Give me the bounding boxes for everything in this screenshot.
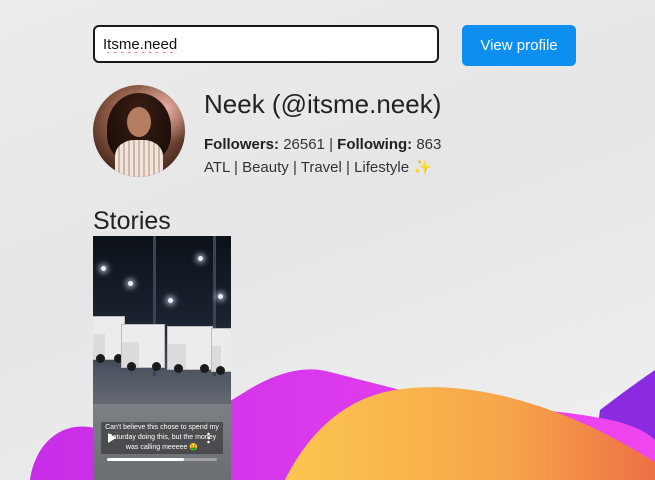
following-count: 863 <box>416 136 442 153</box>
avatar <box>93 85 185 177</box>
view-profile-button[interactable]: View profile <box>462 25 576 66</box>
follow-counts: Followers: 26561 | Following: 863 <box>204 136 441 153</box>
following-label: Following: <box>337 136 413 153</box>
bio-text: ATL | Beauty | Travel | Lifestyle <box>204 159 410 176</box>
profile-name: Neek (@itsme.neek) <box>204 89 442 119</box>
sparkles-icon: ✨ <box>413 159 432 176</box>
more-options-icon[interactable] <box>207 432 210 444</box>
stories-heading: Stories <box>93 207 171 235</box>
counts-separator: | <box>329 136 333 153</box>
story-progress-fill <box>107 458 184 461</box>
followers-count: 26561 <box>283 136 325 153</box>
profile-bio: ATL | Beauty | Travel | Lifestyle ✨ <box>204 158 432 176</box>
story-progress-bar[interactable] <box>107 458 217 461</box>
story-caption: Can't believe this chose to spend my Sat… <box>101 422 223 454</box>
play-icon[interactable] <box>108 433 116 443</box>
story-item[interactable]: Can't believe this chose to spend my Sat… <box>93 236 231 480</box>
username-input[interactable] <box>93 25 439 63</box>
followers-label: Followers: <box>204 136 280 153</box>
